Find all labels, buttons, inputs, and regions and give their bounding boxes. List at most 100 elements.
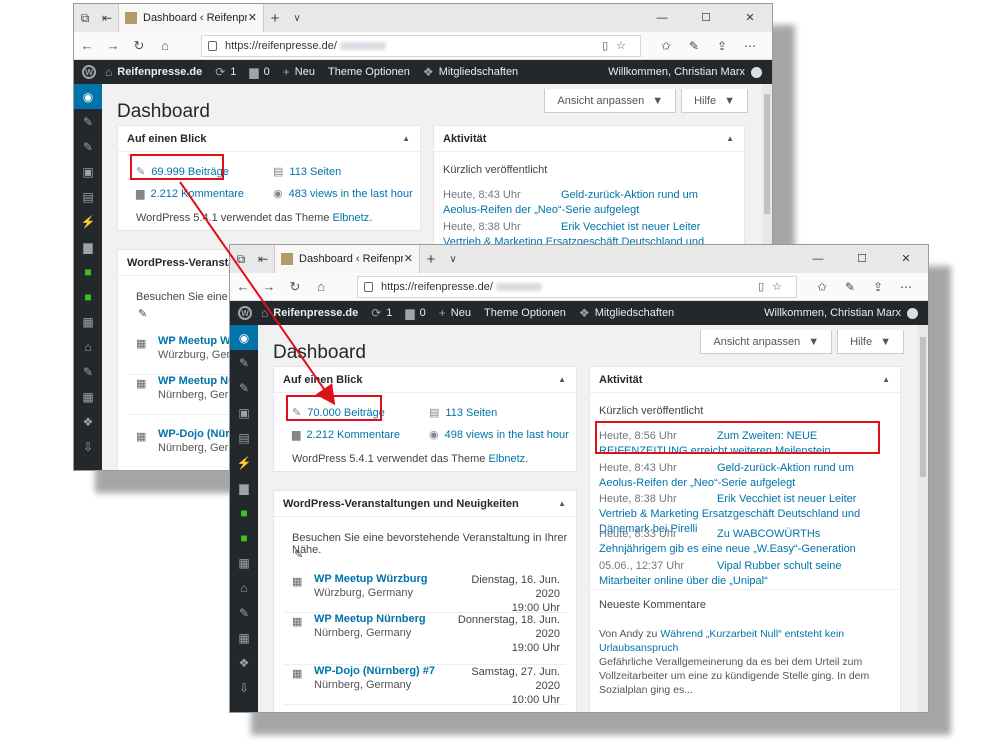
plugin-green2-menu-icon[interactable]: ■ bbox=[74, 284, 102, 309]
media-menu-icon[interactable]: ▣ bbox=[74, 159, 102, 184]
comments-menu-icon[interactable]: ▆ bbox=[74, 234, 102, 259]
help-button[interactable]: Hilfe ▼ bbox=[681, 89, 748, 113]
share-icon[interactable]: ⇪ bbox=[708, 39, 736, 53]
new-item[interactable]: + Neu bbox=[283, 65, 315, 79]
tab-actions-icon[interactable]: ⧉ bbox=[230, 245, 252, 273]
close-window-icon[interactable]: ✕ bbox=[884, 245, 928, 273]
home-menu-icon[interactable]: ⌂ bbox=[230, 575, 258, 600]
share-icon[interactable]: ⇪ bbox=[864, 280, 892, 294]
toggle-arrow-icon[interactable]: ▲ bbox=[726, 134, 734, 143]
back-icon[interactable]: ← bbox=[74, 38, 100, 53]
pages-menu-icon[interactable]: ▤ bbox=[74, 184, 102, 209]
toggle-arrow-icon[interactable]: ▲ bbox=[558, 375, 566, 384]
pin-menu-icon[interactable]: ✎ bbox=[230, 375, 258, 400]
comments-count-link[interactable]: 2.212 Kommentare bbox=[150, 188, 244, 200]
listing-menu-icon[interactable]: ▦ bbox=[74, 309, 102, 334]
comments-item[interactable]: ▆ 0 bbox=[405, 306, 425, 320]
updates-item[interactable]: ⟳ 1 bbox=[371, 306, 392, 320]
url-input[interactable]: https://reifenpresse.de/ ▯☆ bbox=[357, 276, 797, 298]
event-link[interactable]: WP-Dojo (Nürnberg) #7 bbox=[314, 665, 435, 677]
more-icon[interactable]: ⋯ bbox=[736, 39, 764, 53]
browser-tab[interactable]: Dashboard ‹ Reifenpres ✕ bbox=[274, 245, 420, 273]
url-input[interactable]: https://reifenpresse.de/ ▯☆ bbox=[201, 35, 641, 57]
toggle-arrow-icon[interactable]: ▲ bbox=[558, 499, 566, 508]
screen-options-button[interactable]: Ansicht anpassen ▼ bbox=[544, 89, 677, 113]
maximize-icon[interactable]: ☐ bbox=[684, 4, 728, 32]
toggle-arrow-icon[interactable]: ▲ bbox=[882, 375, 890, 384]
avatar[interactable] bbox=[907, 307, 918, 319]
pin2-menu-icon[interactable]: ✎ bbox=[74, 359, 102, 384]
pages-count-link[interactable]: 113 Seiten bbox=[445, 407, 497, 419]
browser-tab[interactable]: Dashboard ‹ Reifenpres ✕ bbox=[118, 4, 264, 32]
theme-options-item[interactable]: Theme Optionen bbox=[328, 66, 410, 78]
favorites-icon[interactable]: ✩ bbox=[808, 280, 836, 294]
members-item[interactable]: ❖ Mitgliedschaften bbox=[579, 306, 674, 320]
close-window-icon[interactable]: ✕ bbox=[728, 4, 772, 32]
download-menu-icon[interactable]: ⇩ bbox=[74, 434, 102, 459]
users-menu-icon[interactable]: ❖ bbox=[230, 650, 258, 675]
listing-menu-icon[interactable]: ▦ bbox=[230, 550, 258, 575]
comments-menu-icon[interactable]: ▆ bbox=[230, 475, 258, 500]
chevron-down-icon[interactable]: ∨ bbox=[286, 13, 308, 24]
favorites-icon[interactable]: ✩ bbox=[652, 39, 680, 53]
wordpress-logo-icon[interactable]: W bbox=[238, 306, 252, 320]
comments-item[interactable]: ▆ 0 bbox=[249, 65, 269, 79]
theme-options-item[interactable]: Theme Optionen bbox=[484, 307, 566, 319]
pin2-menu-icon[interactable]: ✎ bbox=[230, 600, 258, 625]
tab-back-icon[interactable]: ⇤ bbox=[252, 245, 274, 273]
tab-back-icon[interactable]: ⇤ bbox=[96, 4, 118, 32]
pin-menu-icon[interactable]: ✎ bbox=[74, 134, 102, 159]
posts-menu-icon[interactable]: ✎ bbox=[230, 350, 258, 375]
table-menu-icon[interactable]: ▦ bbox=[74, 384, 102, 409]
bolt-menu-icon[interactable]: ⚡ bbox=[74, 209, 102, 234]
screen-options-button[interactable]: Ansicht anpassen ▼ bbox=[700, 330, 833, 354]
avatar[interactable] bbox=[751, 66, 762, 78]
updates-item[interactable]: ⟳ 1 bbox=[215, 65, 236, 79]
members-item[interactable]: ❖ Mitgliedschaften bbox=[423, 65, 518, 79]
forward-icon[interactable]: → bbox=[100, 38, 126, 53]
media-menu-icon[interactable]: ▣ bbox=[230, 400, 258, 425]
minimize-icon[interactable]: — bbox=[796, 245, 840, 273]
more-icon[interactable]: ⋯ bbox=[892, 280, 920, 294]
refresh-icon[interactable]: ↻ bbox=[282, 279, 308, 295]
new-tab-icon[interactable]: + bbox=[264, 10, 286, 27]
welcome-user[interactable]: Willkommen, Christian Marx bbox=[764, 307, 901, 319]
pencil-icon[interactable]: ✎ bbox=[294, 548, 303, 561]
home-menu-icon[interactable]: ⌂ bbox=[74, 334, 102, 359]
comments-count-link[interactable]: 2.212 Kommentare bbox=[306, 429, 400, 441]
posts-menu-icon[interactable]: ✎ bbox=[74, 109, 102, 134]
home-icon[interactable]: ⌂ bbox=[308, 279, 334, 294]
theme-link[interactable]: Elbnetz bbox=[488, 453, 525, 465]
pen-icon[interactable]: ✎ bbox=[680, 39, 708, 53]
dashboard-menu-icon[interactable]: ◉ bbox=[74, 84, 102, 109]
views-link[interactable]: 483 views in the last hour bbox=[289, 188, 413, 200]
pages-count-link[interactable]: 113 Seiten bbox=[289, 166, 341, 178]
scrollbar[interactable] bbox=[918, 325, 928, 712]
reading-favorite-icons[interactable]: ▯☆ bbox=[758, 280, 790, 293]
table-menu-icon[interactable]: ▦ bbox=[230, 625, 258, 650]
dashboard-menu-icon[interactable]: ◉ bbox=[230, 325, 258, 350]
event-link[interactable]: WP Meetup Würzburg bbox=[314, 573, 427, 585]
event-link[interactable]: WP Meetup Nürnberg bbox=[314, 613, 426, 625]
toggle-arrow-icon[interactable]: ▲ bbox=[402, 134, 410, 143]
new-item[interactable]: + Neu bbox=[439, 306, 471, 320]
pen-icon[interactable]: ✎ bbox=[836, 280, 864, 294]
users-menu-icon[interactable]: ❖ bbox=[74, 409, 102, 434]
bolt-menu-icon[interactable]: ⚡ bbox=[230, 450, 258, 475]
wordpress-logo-icon[interactable]: W bbox=[82, 65, 96, 79]
new-tab-icon[interactable]: + bbox=[420, 251, 442, 268]
close-tab-icon[interactable]: ✕ bbox=[404, 252, 413, 265]
pencil-icon[interactable]: ✎ bbox=[138, 307, 147, 320]
forward-icon[interactable]: → bbox=[256, 279, 282, 294]
plugin-green-menu-icon[interactable]: ■ bbox=[230, 500, 258, 525]
theme-link[interactable]: Elbnetz bbox=[332, 212, 369, 224]
back-icon[interactable]: ← bbox=[230, 279, 256, 294]
site-name[interactable]: ⌂ Reifenpresse.de bbox=[261, 306, 358, 320]
views-link[interactable]: 498 views in the last hour bbox=[445, 429, 569, 441]
close-tab-icon[interactable]: ✕ bbox=[248, 11, 257, 24]
tab-actions-icon[interactable]: ⧉ bbox=[74, 4, 96, 32]
maximize-icon[interactable]: ☐ bbox=[840, 245, 884, 273]
site-name[interactable]: ⌂ Reifenpresse.de bbox=[105, 65, 202, 79]
minimize-icon[interactable]: — bbox=[640, 4, 684, 32]
chevron-down-icon[interactable]: ∨ bbox=[442, 254, 464, 265]
